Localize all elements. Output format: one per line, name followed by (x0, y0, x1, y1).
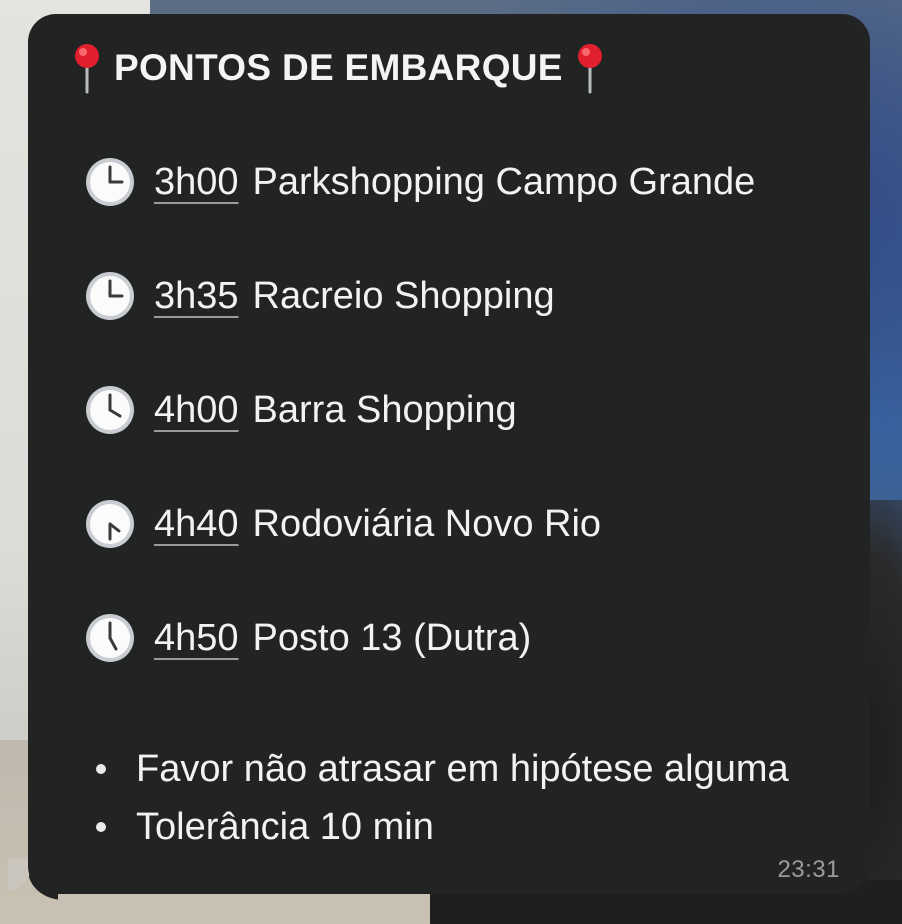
boarding-location: Barra Shopping (252, 388, 517, 431)
list-item: 4h00 Barra Shopping (84, 374, 864, 446)
list-item: 3h35 Racreio Shopping (84, 260, 864, 332)
list-item: Tolerância 10 min (92, 798, 882, 856)
boarding-location: Posto 13 (Dutra) (252, 616, 532, 659)
departure-time-link[interactable]: 4h00 (154, 389, 239, 432)
clock-four-icon (86, 386, 134, 434)
list-item: Favor não atrasar em hipótese alguma (92, 740, 882, 798)
clock-three-icon (86, 272, 134, 320)
bullet-icon (96, 822, 106, 832)
boarding-points-list: 3h00 Parkshopping Campo Grande 3h35 Racr… (84, 146, 864, 716)
boarding-location: Racreio Shopping (252, 274, 555, 317)
clock-five-icon (86, 614, 134, 662)
message-title: PONTOS DE EMBARQUE (114, 47, 563, 88)
clock-four-thirty-icon (86, 500, 134, 548)
message-timestamp: 23:31 (777, 856, 840, 883)
list-item: 4h40 Rodoviária Novo Rio (84, 488, 864, 560)
list-item: 3h00 Parkshopping Campo Grande (84, 146, 864, 218)
note-text: Favor não atrasar em hipótese alguma (136, 747, 789, 790)
note-text: Tolerância 10 min (136, 805, 434, 848)
departure-time-link[interactable]: 3h35 (154, 275, 239, 318)
notes-list: Favor não atrasar em hipótese alguma Tol… (92, 740, 882, 856)
round-pushpin-icon (75, 44, 99, 94)
clock-three-icon (86, 158, 134, 206)
bullet-icon (96, 764, 106, 774)
list-item: 4h50 Posto 13 (Dutra) (84, 602, 864, 674)
departure-time-link[interactable]: 3h00 (154, 161, 239, 204)
boarding-location: Rodoviária Novo Rio (252, 502, 602, 545)
message-title-row: PONTOS DE EMBARQUE (72, 40, 605, 96)
round-pushpin-icon (577, 44, 602, 94)
message-bubble[interactable]: PONTOS DE EMBARQUE 3h00 Parkshopping Cam… (28, 14, 870, 894)
departure-time-link[interactable]: 4h40 (154, 503, 239, 546)
departure-time-link[interactable]: 4h50 (154, 617, 239, 660)
boarding-location: Parkshopping Campo Grande (252, 160, 756, 203)
